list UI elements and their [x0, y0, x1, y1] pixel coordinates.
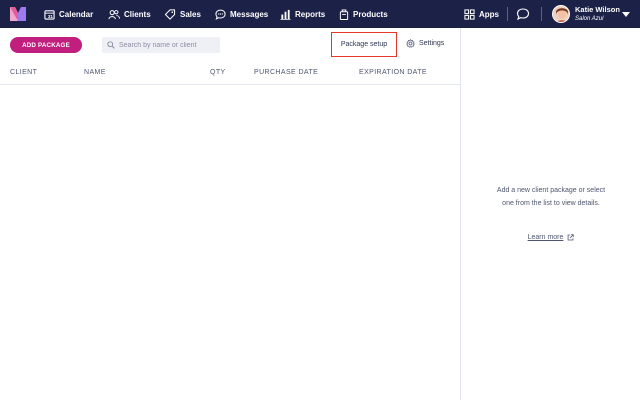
clients-icon: [108, 9, 120, 19]
empty-state-message: Add a new client package or select one f…: [496, 187, 606, 207]
learn-more-link[interactable]: Learn more: [461, 234, 640, 241]
nav-reports-label: Reports: [295, 9, 326, 19]
nav-calendar[interactable]: 31 Calendar: [44, 0, 93, 28]
column-header-qty[interactable]: QTY: [210, 69, 226, 76]
gear-icon: [406, 39, 415, 48]
nav-clients-label: Clients: [124, 9, 151, 19]
learn-more-label: Learn more: [527, 234, 564, 241]
nav-reports[interactable]: Reports: [280, 0, 325, 28]
column-header-client[interactable]: CLIENT: [10, 69, 37, 76]
external-link-icon: [568, 234, 575, 241]
nav-products[interactable]: Products: [339, 0, 388, 28]
nav-divider: [541, 7, 542, 21]
avatar[interactable]: [552, 5, 570, 23]
settings-link[interactable]: Settings: [406, 39, 444, 48]
settings-label: Settings: [419, 40, 445, 47]
package-setup-label: Package setup: [340, 41, 388, 48]
chat-bubble-icon[interactable]: [516, 7, 530, 21]
search-icon: [107, 41, 115, 49]
user-menu[interactable]: Katie Wilson Salon Azul: [575, 6, 620, 22]
user-avatar-icon: [553, 6, 569, 22]
nav-divider: [507, 7, 508, 21]
nav-products-label: Products: [353, 9, 388, 19]
user-name: Katie Wilson: [575, 5, 620, 14]
svg-text:31: 31: [48, 14, 54, 19]
nav-sales[interactable]: Sales: [164, 0, 201, 28]
nav-calendar-label: Calendar: [59, 9, 94, 19]
user-organization: Salon Azul: [575, 15, 604, 22]
nav-apps[interactable]: Apps: [464, 0, 499, 28]
reports-icon: [280, 9, 291, 20]
add-package-button[interactable]: ADD PACKAGE: [10, 37, 82, 53]
top-navigation-bar: 31 Calendar Clients Sales Messages Repor…: [0, 0, 640, 28]
products-icon: [339, 8, 349, 20]
apps-grid-icon: [464, 8, 475, 20]
sales-tag-icon: [164, 8, 176, 20]
table-header-divider: [0, 84, 460, 85]
calendar-icon: 31: [44, 9, 55, 20]
messages-icon: [215, 9, 226, 20]
column-header-purchase-date[interactable]: PURCHASE DATE: [254, 69, 318, 76]
nav-apps-label: Apps: [479, 9, 499, 19]
nav-messages-label: Messages: [230, 9, 269, 19]
package-detail-panel: Add a new client package or select one f…: [460, 28, 640, 400]
nav-messages[interactable]: Messages: [215, 0, 268, 28]
package-setup-link[interactable]: Package setup: [331, 32, 397, 57]
search-input[interactable]: [119, 41, 219, 49]
search-box[interactable]: [102, 37, 220, 53]
nav-sales-label: Sales: [180, 9, 201, 19]
column-header-expiration-date[interactable]: EXPIRATION DATE: [359, 69, 427, 76]
column-header-name[interactable]: NAME: [84, 69, 106, 76]
caret-down-icon[interactable]: [622, 12, 630, 17]
brand-logo-icon[interactable]: [10, 7, 26, 21]
nav-clients[interactable]: Clients: [108, 0, 151, 28]
